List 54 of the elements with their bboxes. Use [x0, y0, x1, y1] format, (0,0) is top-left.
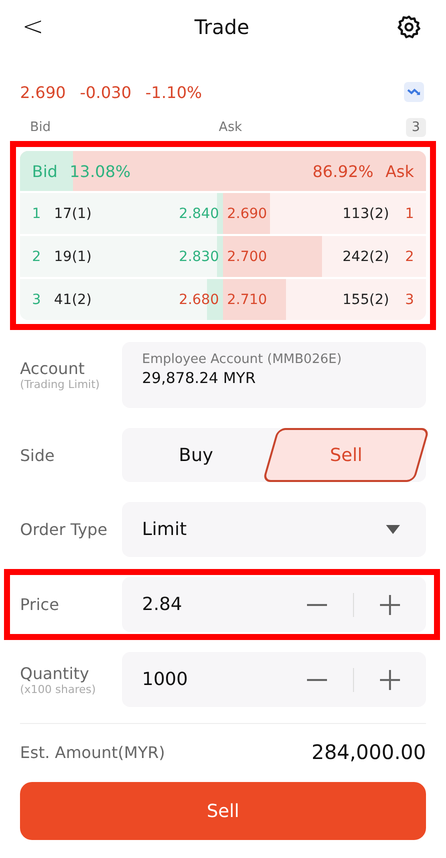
plus-icon: [380, 594, 400, 614]
side-label: Side: [20, 446, 56, 464]
price-input[interactable]: 2.84: [122, 577, 303, 632]
estimate-value: 284,000.00: [311, 740, 426, 764]
quantity-sublabel: (x100 shares): [20, 682, 97, 696]
change-percent: -1.10%: [145, 82, 202, 102]
plus-icon: [380, 670, 400, 690]
ask-volume: 113(2): [342, 206, 390, 222]
ask-label: Ask: [385, 162, 414, 180]
back-button[interactable]: <: [18, 12, 48, 42]
ask-price: 2.690: [227, 206, 268, 222]
sell-button[interactable]: Sell: [20, 782, 426, 840]
bid-heading: Bid: [30, 120, 51, 135]
settings-icon[interactable]: [396, 14, 422, 40]
ask-percent: 86.92%: [312, 162, 374, 180]
account-sublabel: (Trading Limit): [20, 378, 101, 391]
bid-volume: 19(1): [54, 248, 92, 264]
trend-icon[interactable]: [404, 82, 424, 102]
price-field[interactable]: 2.84: [122, 577, 426, 632]
account-label: Account: [20, 359, 86, 378]
bid-price: 2.830: [178, 248, 219, 264]
account-selector[interactable]: Employee Account (MMB026E) 29,878.24 MYR: [122, 342, 426, 408]
ask-volume: 242(2): [342, 248, 390, 264]
level-number: 2: [32, 248, 42, 264]
quantity-input[interactable]: 1000: [122, 652, 303, 707]
minus-icon: [307, 604, 327, 606]
order-type-label: Order Type: [20, 520, 108, 539]
last-price: 2.690: [20, 82, 66, 102]
bid-volume: 17(1): [54, 206, 92, 222]
bid-label: Bid: [32, 162, 58, 180]
level-number: 1: [405, 206, 414, 222]
quantity-field[interactable]: 1000: [122, 652, 426, 707]
level-number: 3: [405, 292, 414, 308]
side-option[interactable]: Sell: [262, 428, 430, 482]
level-number: 3: [32, 292, 42, 308]
price-label: Price: [20, 595, 60, 614]
ask-price: 2.700: [227, 248, 268, 264]
level-number: 1: [32, 206, 42, 222]
bid-price: 2.680: [178, 292, 219, 308]
order-type-dropdown[interactable]: Limit: [122, 502, 426, 557]
ask-price: 2.710: [227, 292, 268, 308]
estimate-label: Est. Amount(MYR): [20, 742, 165, 762]
ask-heading: Ask: [218, 120, 242, 135]
bid-volume: 41(2): [54, 292, 92, 308]
bid-percent: 13.08%: [70, 162, 131, 180]
price-change: -0.030: [80, 82, 132, 102]
quantity-label: Quantity: [20, 664, 90, 682]
minus-icon: [307, 678, 327, 680]
depth-levels-button[interactable]: 3: [406, 118, 426, 137]
dropdown-caret-icon: [386, 525, 400, 534]
ask-volume: 155(2): [342, 292, 390, 308]
page-title: Trade: [194, 15, 250, 39]
bid-price: 2.840: [178, 206, 219, 222]
level-number: 2: [405, 248, 414, 264]
